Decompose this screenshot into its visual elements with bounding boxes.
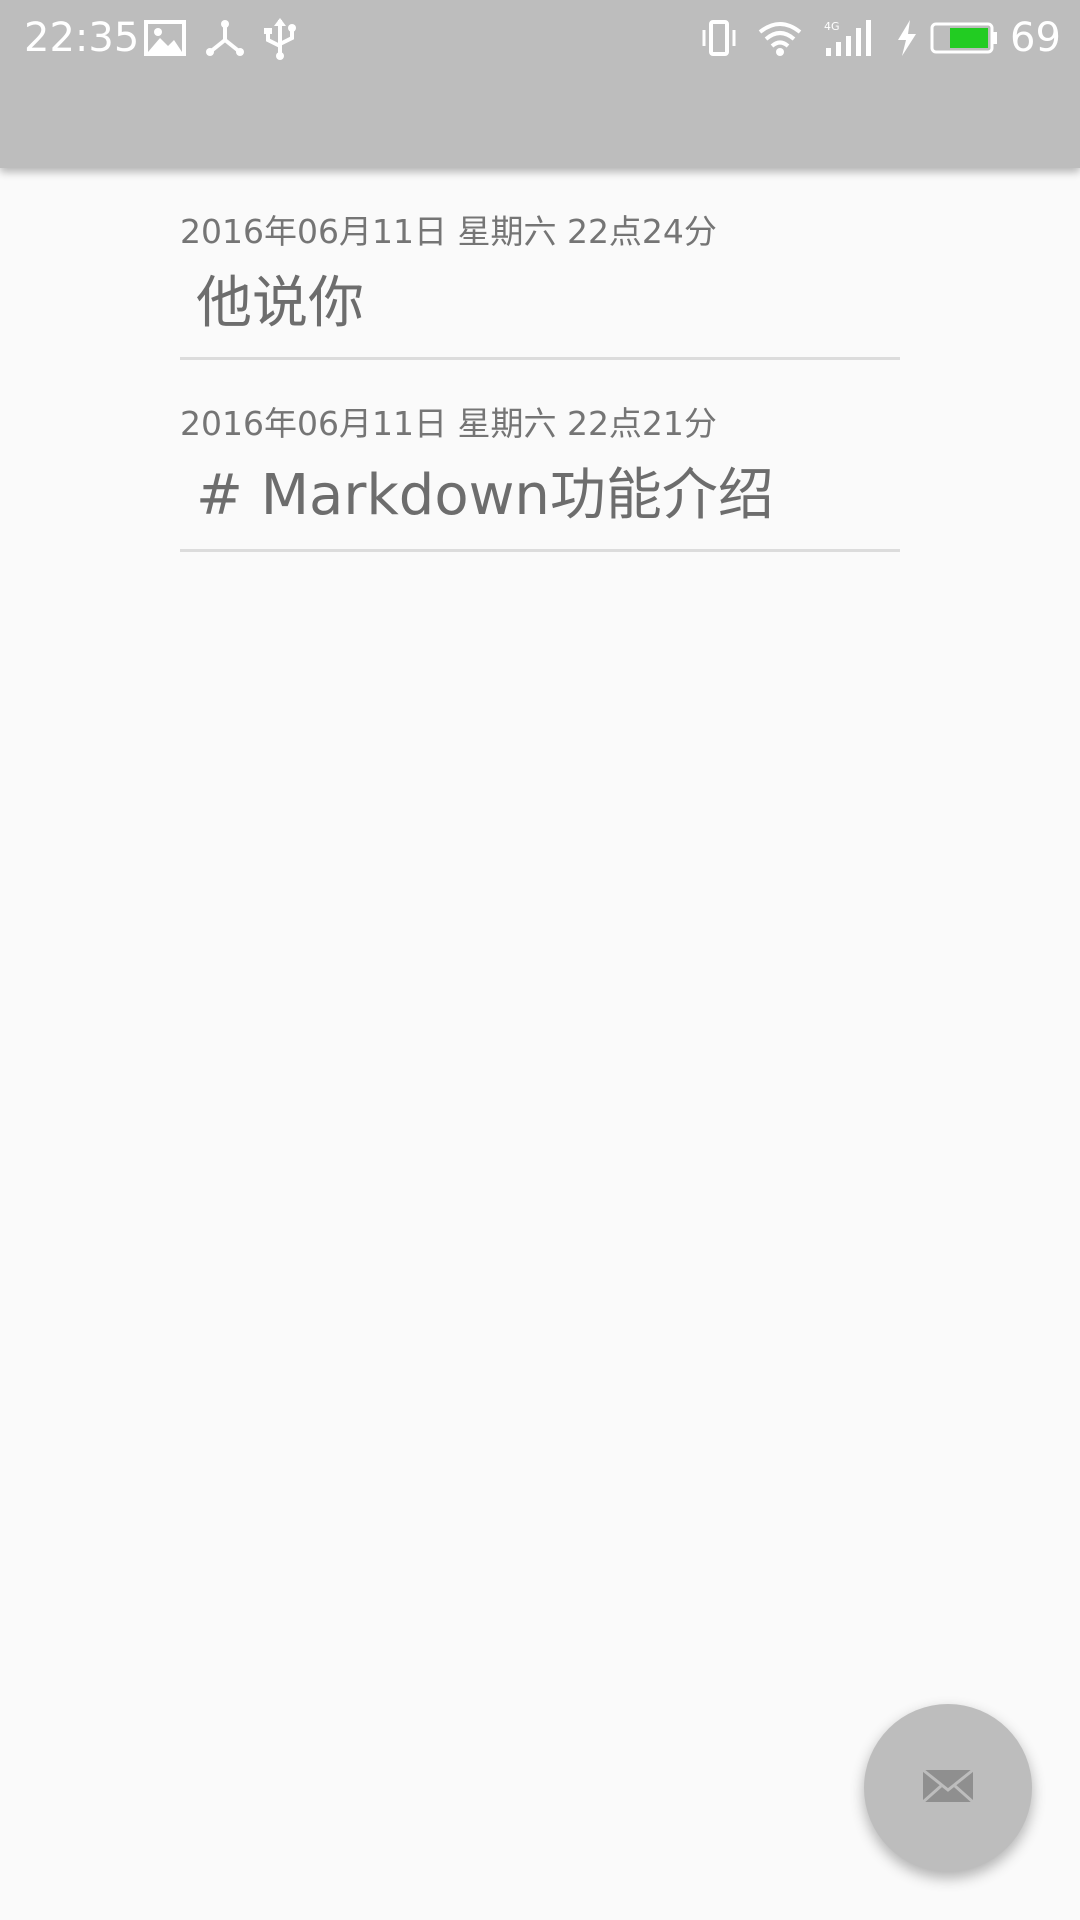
app-bar: 22:35 4G 69	[0, 0, 1080, 168]
usb-icon	[262, 18, 298, 60]
note-list: 2016年06月11日 星期六 22点24分 他说你 2016年06月11日 星…	[180, 168, 900, 552]
note-list-item[interactable]: 2016年06月11日 星期六 22点24分 他说你	[180, 168, 900, 360]
app-screen: 22:35 4G 69 2016年06月11日 星期六 22点24分 他说你 2…	[0, 0, 1080, 1920]
image-icon	[144, 18, 186, 58]
network-type-label: 4G	[824, 20, 840, 33]
mail-icon	[921, 1766, 975, 1810]
compose-fab-button[interactable]	[864, 1704, 1032, 1872]
note-date: 2016年06月11日 星期六 22点21分	[180, 404, 717, 443]
share-icon	[204, 18, 246, 58]
vibrate-icon	[700, 18, 738, 58]
wifi-icon	[756, 18, 804, 58]
note-title: # Markdown功能介绍	[196, 463, 774, 528]
note-title: 他说你	[196, 271, 364, 336]
note-list-item[interactable]: 2016年06月11日 星期六 22点21分 # Markdown功能介绍	[180, 360, 900, 552]
status-time: 22:35	[24, 15, 140, 61]
battery-percent: 69	[1010, 15, 1061, 61]
note-date: 2016年06月11日 星期六 22点24分	[180, 212, 717, 251]
battery-level	[950, 28, 988, 48]
battery-icon	[930, 18, 1000, 58]
charging-icon	[894, 18, 920, 58]
status-bar: 22:35 4G 69	[0, 0, 1080, 76]
signal-icon: 4G	[822, 18, 878, 58]
